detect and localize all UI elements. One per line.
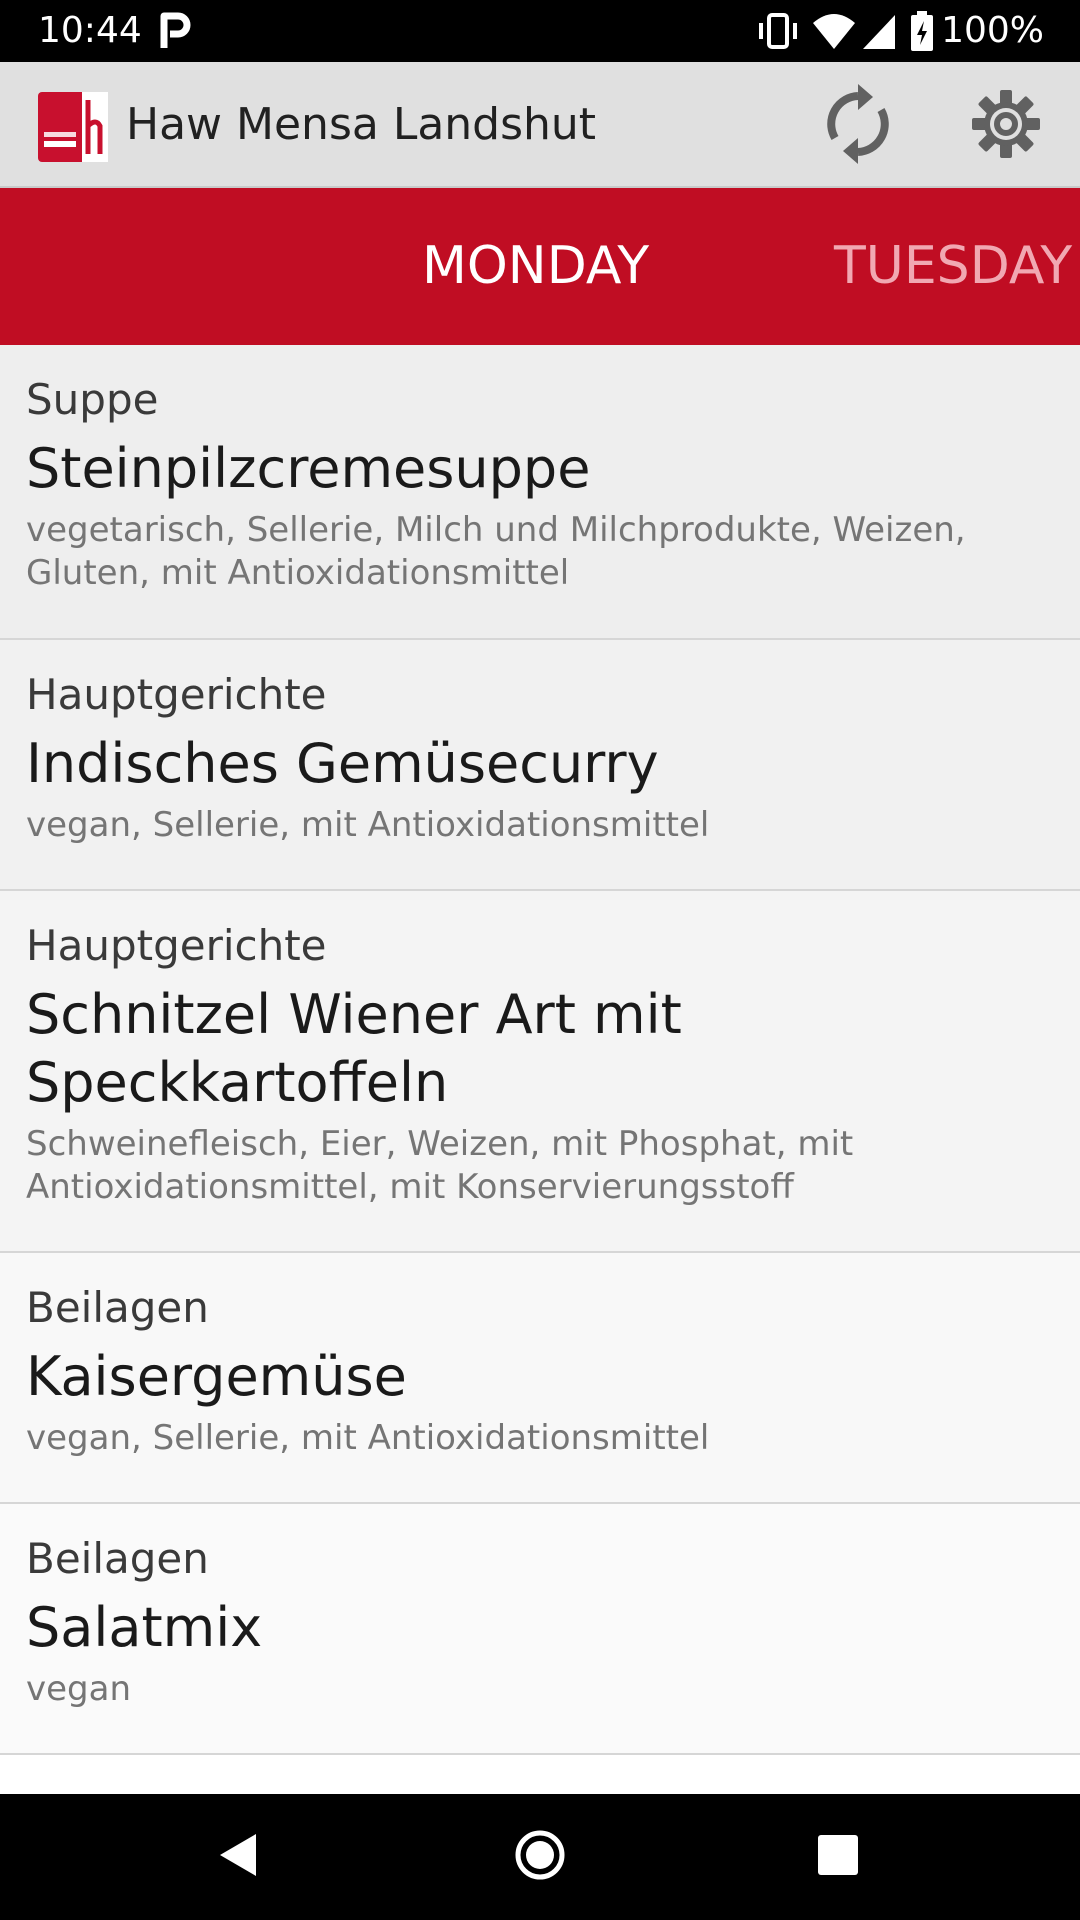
recents-icon <box>816 1833 860 1881</box>
tab-monday[interactable]: MONDAY <box>422 188 649 345</box>
battery-charging-icon <box>911 11 934 51</box>
app-bar: Haw Mensa Landshut <box>0 62 1080 188</box>
tab-tuesday[interactable]: TUESDAY <box>834 188 1072 345</box>
recents-button[interactable] <box>808 1827 868 1887</box>
menu-item[interactable]: Hauptgerichte Indisches Gemüsecurry vega… <box>0 640 1080 891</box>
menu-item[interactable]: Suppe Steinpilzcremesuppe vegetarisch, S… <box>0 345 1080 640</box>
menu-item[interactable]: Beilagen Kaisergemüse vegan, Sellerie, m… <box>0 1253 1080 1504</box>
menu-item-name: Indisches Gemüsecurry <box>26 732 659 795</box>
menu-list: Suppe Steinpilzcremesuppe vegetarisch, S… <box>0 345 1080 1755</box>
menu-item-info: vegan, Sellerie, mit Antioxidationsmitte… <box>26 805 710 845</box>
back-icon <box>216 1830 260 1884</box>
menu-item-category: Hauptgerichte <box>26 921 327 970</box>
menu-item-name: Salatmix <box>26 1596 263 1659</box>
back-button[interactable] <box>208 1827 268 1887</box>
menu-item[interactable]: Beilagen Salatmix vegan <box>0 1504 1080 1755</box>
app-title: Haw Mensa Landshut <box>126 99 597 150</box>
navigation-bar <box>0 1794 1080 1920</box>
menu-item-category: Beilagen <box>26 1283 209 1332</box>
menu-item-category: Beilagen <box>26 1534 209 1583</box>
menu-item-category: Hauptgerichte <box>26 670 327 719</box>
settings-gear-icon <box>970 88 1042 164</box>
wifi-icon <box>811 11 857 51</box>
menu-item-info: vegan <box>26 1669 132 1709</box>
menu-item-name: Steinpilzcremesuppe <box>26 437 591 500</box>
home-button[interactable] <box>510 1827 570 1887</box>
vibrate-icon <box>755 11 801 51</box>
home-icon <box>514 1829 566 1885</box>
status-bar: 10:44 100% <box>0 0 1080 62</box>
refresh-button[interactable] <box>816 84 900 168</box>
menu-item-name: Schnitzel Wiener Art mit Speckkartoffeln <box>26 983 682 1114</box>
hochschule-landshut-logo <box>38 92 108 162</box>
battery-percentage: 100% <box>941 10 1044 51</box>
cell-signal-icon <box>861 11 897 51</box>
menu-item-info: vegan, Sellerie, mit Antioxidationsmitte… <box>26 1418 710 1458</box>
status-icons: 100% <box>755 6 1044 56</box>
menu-item-category: Suppe <box>26 375 159 424</box>
menu-item[interactable]: Hauptgerichte Schnitzel Wiener Art mit S… <box>0 891 1080 1253</box>
settings-button[interactable] <box>964 84 1048 168</box>
status-time: 10:44 <box>38 10 142 51</box>
menu-item-name: Kaisergemüse <box>26 1345 407 1408</box>
refresh-icon <box>823 82 893 170</box>
day-tab-strip: MONDAY TUESDAY <box>0 188 1080 345</box>
menu-item-info: Schweinefleisch, Eier, Weizen, mit Phosp… <box>26 1124 854 1207</box>
parking-icon <box>160 12 194 50</box>
menu-item-info: vegetarisch, Sellerie, Milch und Milchpr… <box>26 510 966 593</box>
